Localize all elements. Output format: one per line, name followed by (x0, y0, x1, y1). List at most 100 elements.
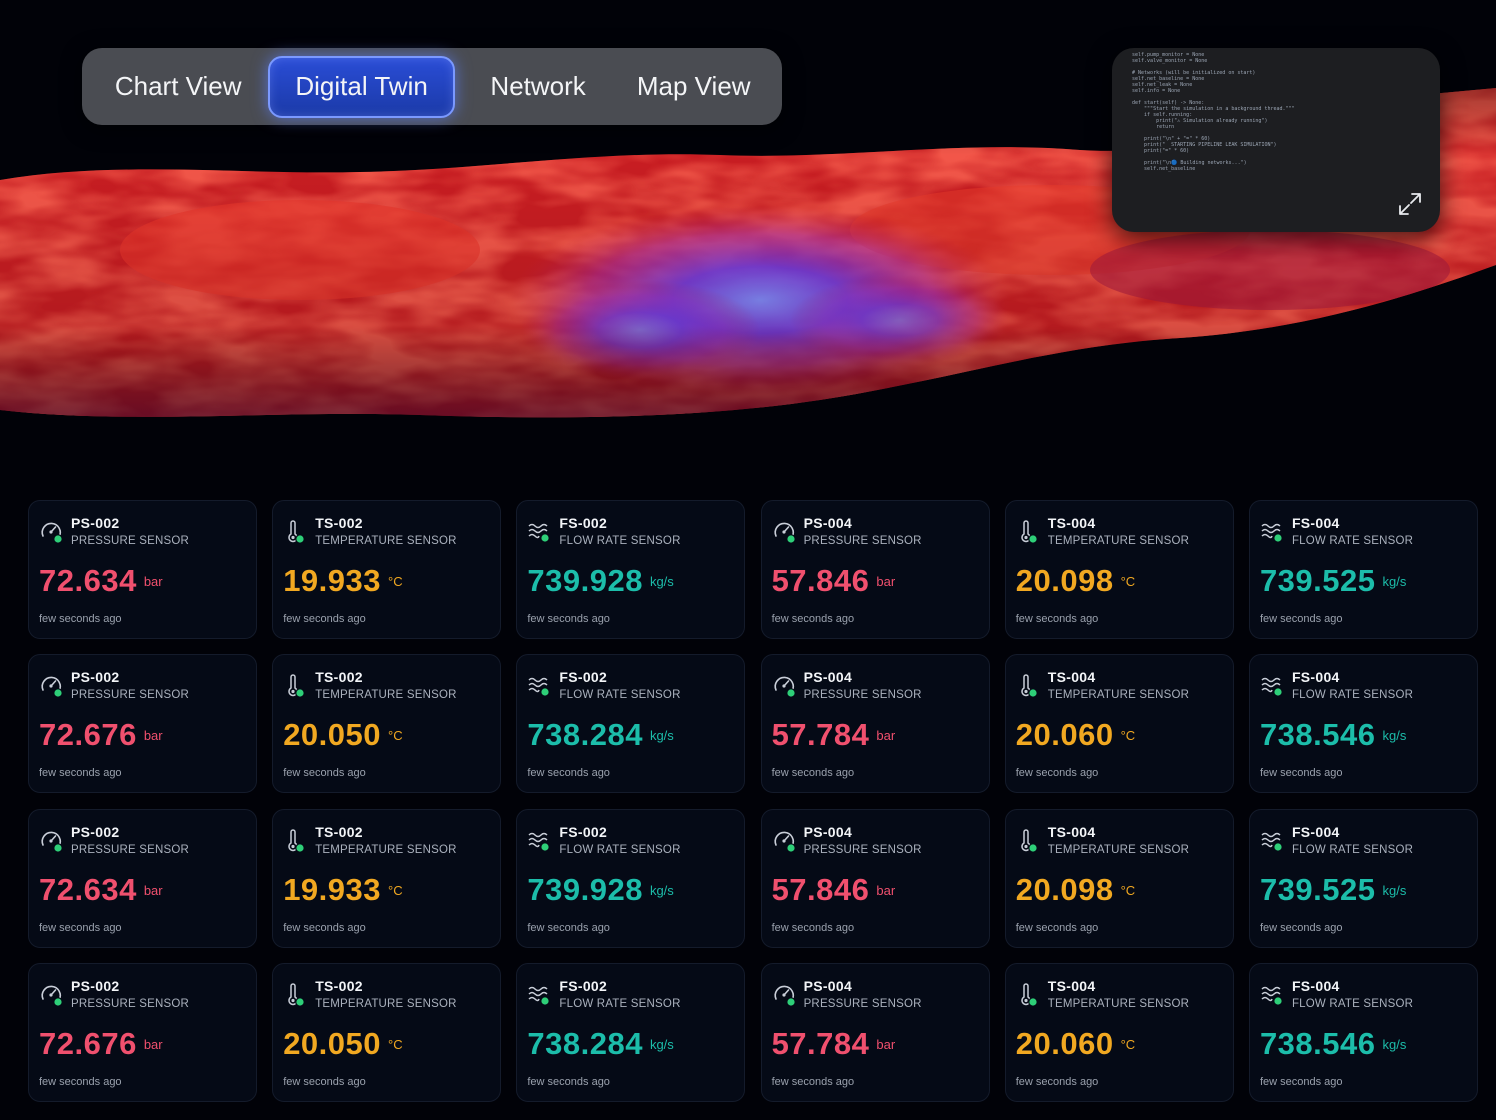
sensor-unit: bar (876, 728, 896, 744)
sensor-type: FLOW RATE SENSOR (1291, 689, 1414, 702)
sensor-card-ps-002[interactable]: PS-002 PRESSURE SENSOR 72.634 bar few second… (28, 808, 257, 948)
sensor-reading: 738.284 kg/s (527, 1026, 673, 1062)
sensor-card-fs-004[interactable]: FS-004 FLOW RATE SENSOR 738.546 kg/s few sec… (1248, 962, 1478, 1102)
sensor-unit: kg/s (649, 574, 674, 589)
sensor-card-fs-004[interactable]: FS-004 FLOW RATE SENSOR 739.525 kg/s few sec… (1248, 500, 1478, 639)
sensor-card-fs-002[interactable]: FS-002 FLOW RATE SENSOR 739.928 kg/s few sec… (516, 500, 746, 639)
sensor-value: 739.928 (527, 871, 643, 907)
gauge-icon (772, 828, 798, 854)
expand-arrows-icon[interactable] (1396, 190, 1424, 218)
tab-digital-twin[interactable]: Digital Twin (268, 55, 455, 118)
sensor-type: PRESSURE SENSOR (71, 843, 190, 856)
sensor-id: PS-004 (803, 977, 853, 994)
sensor-id: PS-004 (803, 823, 853, 840)
sensor-reading: 57.846 bar (772, 872, 896, 908)
sensor-card-ts-004[interactable]: TS-004 TEMPERATURE SENSOR 20.060 °C few seco… (1004, 962, 1234, 1102)
sensor-type: TEMPERATURE SENSOR (315, 997, 457, 1010)
waves-icon (527, 982, 553, 1008)
sensor-timestamp: few seconds ago (39, 613, 122, 625)
sensor-type: PRESSURE SENSOR (803, 689, 922, 702)
sensor-card-fs-004[interactable]: FS-004 FLOW RATE SENSOR 739.525 kg/s few sec… (1248, 808, 1478, 948)
sensor-card-ps-004[interactable]: PS-004 PRESSURE SENSOR 57.846 bar few second… (760, 808, 990, 948)
sensor-type: TEMPERATURE SENSOR (315, 689, 457, 702)
sensor-value: 739.525 (1259, 871, 1376, 907)
sensor-id: PS-002 (71, 823, 120, 840)
sensor-card-fs-002[interactable]: FS-002 FLOW RATE SENSOR 738.284 kg/s few sec… (516, 962, 746, 1102)
sensor-id: PS-002 (71, 669, 120, 686)
sensor-card-ps-004[interactable]: PS-004 PRESSURE SENSOR 57.846 bar few second… (760, 500, 990, 639)
sensor-card-ps-002[interactable]: PS-002 PRESSURE SENSOR 72.676 bar few second… (28, 654, 257, 794)
sensor-id: FS-004 (1291, 669, 1340, 686)
sensor-value: 72.676 (39, 717, 137, 753)
sensor-timestamp: few seconds ago (1015, 1075, 1099, 1088)
sensor-id: TS-004 (1047, 669, 1096, 686)
sensor-reading: 20.098 °C (1016, 563, 1135, 599)
sensor-card-ts-002[interactable]: TS-002 TEMPERATURE SENSOR 19.933 °C few seco… (272, 500, 502, 639)
sensor-value: 57.784 (771, 1025, 870, 1061)
sensor-card-grid: PS-002 PRESSURE SENSOR 72.634 bar few second… (28, 500, 1478, 1102)
waves-icon (527, 519, 553, 545)
sensor-type: PRESSURE SENSOR (803, 997, 922, 1010)
sensor-reading: 72.634 bar (39, 872, 163, 908)
sensor-timestamp: few seconds ago (1259, 767, 1343, 780)
sensor-timestamp: few seconds ago (771, 1075, 855, 1088)
gauge-icon (772, 673, 798, 699)
waves-icon (1260, 828, 1286, 854)
sensor-card-ps-004[interactable]: PS-004 PRESSURE SENSOR 57.784 bar few second… (760, 962, 990, 1102)
sensor-card-ts-004[interactable]: TS-004 TEMPERATURE SENSOR 20.098 °C few seco… (1004, 500, 1234, 639)
sensor-type: TEMPERATURE SENSOR (1047, 535, 1190, 547)
sensor-value: 739.928 (527, 563, 643, 598)
sensor-card-ts-004[interactable]: TS-004 TEMPERATURE SENSOR 20.098 °C few seco… (1004, 808, 1234, 948)
waves-icon (527, 673, 553, 699)
sensor-timestamp: few seconds ago (771, 767, 855, 780)
sensor-type: PRESSURE SENSOR (71, 997, 190, 1010)
sensor-id: FS-002 (559, 515, 608, 531)
sensor-unit: kg/s (1382, 882, 1407, 898)
sensor-card-ps-002[interactable]: PS-002 PRESSURE SENSOR 72.634 bar few second… (28, 500, 257, 639)
tab-network[interactable]: Network (463, 56, 614, 118)
sensor-timestamp: few seconds ago (39, 1075, 122, 1088)
sensor-reading: 57.784 bar (772, 717, 896, 753)
sensor-card-ps-004[interactable]: PS-004 PRESSURE SENSOR 57.784 bar few second… (760, 654, 990, 794)
sensor-card-ts-002[interactable]: TS-002 TEMPERATURE SENSOR 19.933 °C few seco… (272, 808, 502, 948)
sensor-reading: 738.546 kg/s (1260, 717, 1406, 753)
gauge-icon (772, 519, 798, 545)
sensor-id: TS-002 (315, 669, 363, 686)
sensor-timestamp: few seconds ago (527, 613, 610, 625)
sensor-reading: 20.050 °C (283, 717, 402, 753)
sensor-card-ts-004[interactable]: TS-004 TEMPERATURE SENSOR 20.060 °C few seco… (1004, 654, 1234, 794)
sensor-unit: °C (1120, 728, 1136, 744)
sensor-id: PS-002 (71, 977, 120, 994)
sensor-reading: 20.060 °C (1016, 1026, 1135, 1062)
sensor-value: 57.784 (771, 717, 870, 753)
sensor-timestamp: few seconds ago (283, 1075, 366, 1088)
thermometer-icon (1016, 519, 1042, 545)
sensor-timestamp: few seconds ago (283, 921, 366, 934)
code-preview-panel[interactable]: self.pump_monitor = None self.valve_monit… (1112, 48, 1440, 232)
sensor-card-ps-002[interactable]: PS-002 PRESSURE SENSOR 72.676 bar few second… (28, 962, 257, 1102)
sensor-reading: 20.050 °C (283, 1026, 402, 1062)
sensor-id: TS-004 (1047, 515, 1096, 531)
sensor-card-fs-002[interactable]: FS-002 FLOW RATE SENSOR 739.928 kg/s few sec… (516, 808, 746, 948)
sensor-id: FS-004 (1291, 515, 1340, 531)
sensor-reading: 72.676 bar (39, 1026, 163, 1062)
sensor-timestamp: few seconds ago (283, 613, 366, 625)
sensor-id: TS-004 (1047, 823, 1096, 840)
sensor-unit: kg/s (1382, 1036, 1407, 1052)
sensor-card-ts-002[interactable]: TS-002 TEMPERATURE SENSOR 20.050 °C few seco… (272, 654, 502, 794)
sensor-value: 57.846 (771, 871, 870, 907)
thermometer-icon (283, 828, 309, 854)
tab-map-view[interactable]: Map View (613, 56, 774, 118)
sensor-reading: 20.060 °C (1016, 717, 1135, 753)
tab-chart-view[interactable]: Chart View (90, 56, 266, 118)
sensor-card-fs-002[interactable]: FS-002 FLOW RATE SENSOR 738.284 kg/s few sec… (516, 654, 746, 794)
sensor-type: FLOW RATE SENSOR (559, 843, 681, 856)
sensor-unit: °C (388, 1036, 403, 1052)
code-preview-lines: self.pump_monitor = None self.valve_monit… (1132, 52, 1430, 172)
gauge-icon (39, 828, 65, 854)
sensor-unit: kg/s (649, 882, 674, 898)
thermometer-icon (283, 982, 309, 1008)
sensor-card-ts-002[interactable]: TS-002 TEMPERATURE SENSOR 20.050 °C few seco… (272, 962, 502, 1102)
sensor-card-fs-004[interactable]: FS-004 FLOW RATE SENSOR 738.546 kg/s few sec… (1248, 654, 1478, 794)
sensor-id: FS-004 (1291, 977, 1340, 994)
